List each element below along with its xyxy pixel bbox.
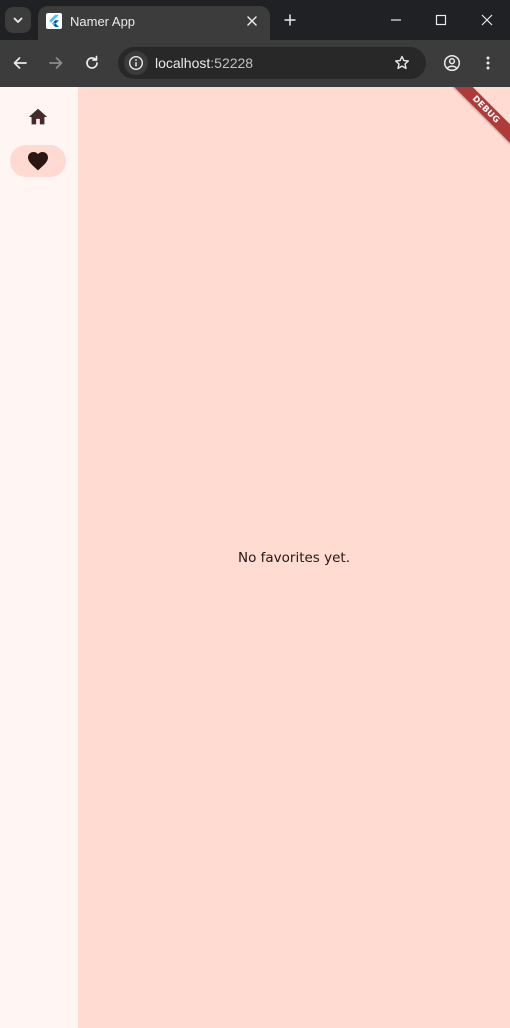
debug-banner-label: DEBUG [470,93,502,126]
plus-icon [284,14,296,26]
tab-close-button[interactable] [244,13,260,29]
arrow-left-icon [13,57,27,69]
url-text[interactable]: localhost:52228 [155,55,253,71]
minimize-button[interactable] [386,10,406,30]
arrow-right-icon [49,57,63,69]
profile-button[interactable] [441,52,463,74]
reload-button[interactable] [81,52,103,74]
close-icon [481,14,493,26]
browser-toolbar: localhost:52228 [0,40,510,87]
favorites-page: No favorites yet. DEBUG [78,87,510,1028]
forward-button[interactable] [45,52,67,74]
browser-menu-button[interactable] [477,52,499,74]
navigation-rail [0,87,78,1028]
site-info-button[interactable] [124,51,148,75]
rail-destination-home[interactable] [10,101,66,133]
maximize-button[interactable] [431,10,451,30]
address-bar[interactable]: localhost:52228 [118,47,426,79]
empty-favorites-message: No favorites yet. [237,550,351,566]
bookmark-button[interactable] [392,53,412,73]
chevron-down-icon [13,17,23,23]
url-host: localhost [155,55,211,71]
reload-icon [86,55,98,69]
close-window-button[interactable] [477,10,497,30]
maximize-icon [435,14,447,26]
account-circle-icon [443,54,461,72]
browser-tab-active[interactable]: Namer App [38,6,270,40]
star-icon [395,55,409,70]
home-icon [28,108,48,125]
minimize-icon [391,19,401,21]
more-vert-icon [486,56,490,70]
new-tab-button[interactable] [280,10,300,30]
tab-title: Namer App [70,14,136,29]
flutter-logo-icon [46,13,62,29]
rail-destination-favorites[interactable] [10,145,66,177]
tab-search-button[interactable] [5,7,31,33]
browser-tab-strip: Namer App [0,0,510,40]
back-button[interactable] [9,52,31,74]
favorite-icon [28,152,48,171]
url-port: :52228 [210,55,254,71]
info-icon [128,55,144,71]
flutter-app: No favorites yet. DEBUG [0,87,510,1028]
close-icon [247,16,257,26]
debug-banner: DEBUG [438,87,510,157]
